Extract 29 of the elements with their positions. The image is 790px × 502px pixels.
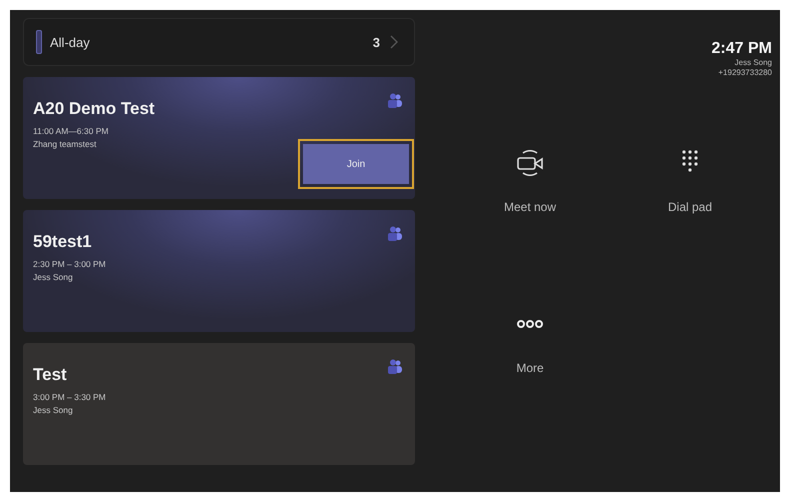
meeting-card[interactable]: 59test1 2:30 PM – 3:00 PM Jess Song	[23, 210, 415, 332]
chevron-right-icon	[390, 35, 398, 49]
clock-time: 2:47 PM	[712, 40, 772, 58]
meeting-organizer: Zhang teamstest	[33, 138, 98, 151]
meeting-organizer: Jess Song	[33, 271, 74, 284]
people-icon	[387, 93, 403, 109]
meet-action[interactable]: Meet now	[504, 148, 556, 214]
people-icon	[387, 226, 403, 242]
more-action[interactable]: More	[516, 309, 544, 375]
meeting-card[interactable]: A20 Demo Test 11:00 AM—6:30 PM Zhang teamstest Join	[23, 77, 415, 199]
meeting-title: 59test1	[33, 232, 93, 252]
dialpad-action[interactable]: Dial pad	[668, 148, 712, 214]
phone-number: +19293733280	[718, 68, 772, 78]
all-day-marker	[36, 30, 42, 54]
meeting-organizer: Jess Song	[33, 404, 74, 417]
video-camera-icon	[515, 148, 545, 178]
people-icon	[387, 359, 403, 375]
all-day-count: 3	[372, 34, 380, 50]
meeting-title: A20 Demo Test	[33, 99, 155, 119]
join-button[interactable]: Join	[303, 144, 409, 184]
more-icon	[517, 320, 543, 328]
meeting-title: Test	[33, 365, 68, 385]
meeting-time: 2:30 PM – 3:00 PM	[33, 258, 106, 271]
all-day-label: All-day	[50, 34, 91, 50]
meeting-card[interactable]: Test 3:00 PM – 3:30 PM Jess Song	[23, 343, 415, 465]
all-day-bar[interactable]: All-day 3	[23, 18, 415, 66]
meeting-time: 3:00 PM – 3:30 PM	[33, 391, 106, 404]
meeting-time: 11:00 AM—6:30 PM	[33, 125, 110, 138]
user-name: Jess Song	[734, 58, 772, 68]
